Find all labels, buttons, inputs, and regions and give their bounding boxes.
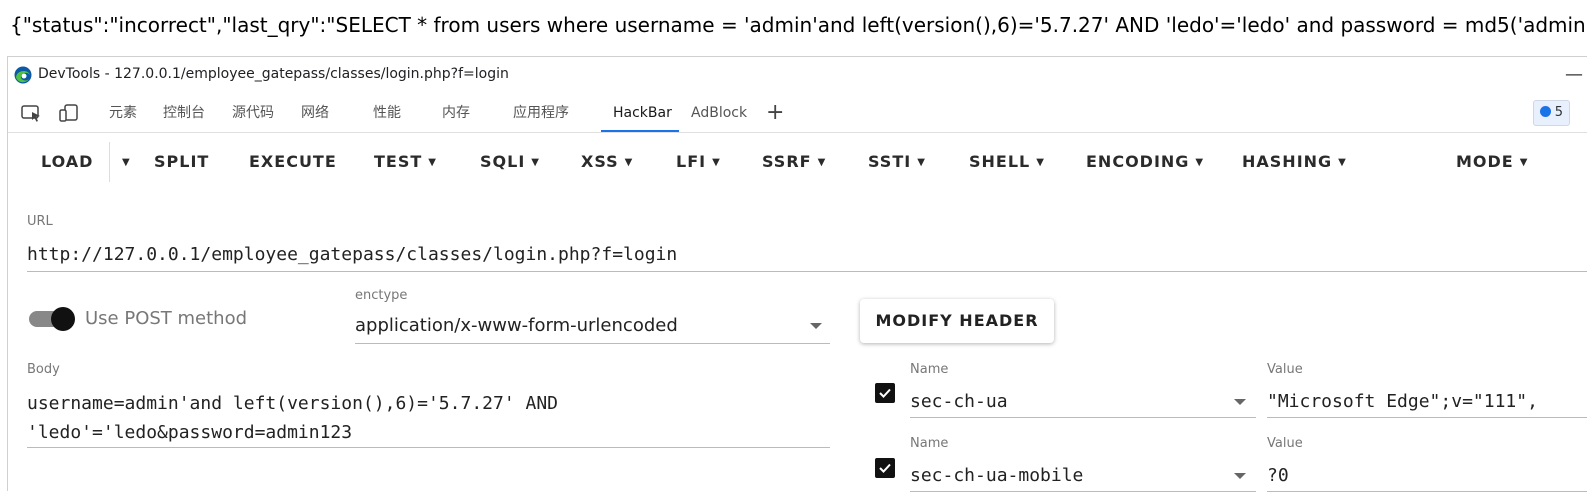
split-button[interactable]: SPLIT	[154, 133, 209, 191]
caret-down-icon: ▼	[122, 157, 131, 168]
title-bar: DevTools - 127.0.0.1/employee_gatepass/c…	[8, 57, 1587, 93]
hashing-menu-button[interactable]: HASHING ▼	[1242, 133, 1347, 191]
header-name-value: sec-ch-ua-mobile	[910, 465, 1084, 486]
tab-elements[interactable]: 元素	[109, 94, 137, 132]
header-value-label: Value	[1267, 436, 1303, 451]
sqli-menu-button[interactable]: SQLI ▼	[480, 133, 540, 191]
issues-badge[interactable]: 5	[1532, 100, 1570, 126]
tab-memory[interactable]: 内存	[442, 94, 470, 132]
devtools-tab-bar: 元素 控制台 源代码 网络 性能 内存 应用程序 HackBar AdBlock…	[8, 94, 1587, 133]
hackbar-toolbar: LOAD ▼ SPLIT EXECUTE TEST ▼ SQLI ▼ XSS ▼ LF…	[8, 133, 1587, 191]
ssti-menu-button[interactable]: SSTI ▼	[868, 133, 926, 191]
caret-down-icon: ▼	[428, 157, 437, 168]
load-divider	[109, 142, 110, 182]
tab-adblock[interactable]: AdBlock	[691, 94, 747, 132]
header-enabled-checkbox[interactable]	[875, 383, 895, 403]
body-textarea[interactable]: username=admin'and left(version(),6)='5.…	[27, 389, 830, 448]
tab-sources[interactable]: 源代码	[232, 94, 274, 132]
url-input[interactable]: http://127.0.0.1/employee_gatepass/class…	[27, 239, 1587, 272]
edge-logo-icon	[14, 66, 32, 84]
enctype-value: application/x-www-form-urlencoded	[355, 315, 678, 336]
load-button[interactable]: LOAD	[41, 133, 93, 191]
caret-down-icon: ▼	[624, 157, 634, 168]
header-value-label: Value	[1267, 362, 1303, 377]
inspect-element-icon[interactable]	[20, 103, 42, 123]
window-title: DevTools - 127.0.0.1/employee_gatepass/c…	[38, 66, 509, 82]
response-text: {"status":"incorrect","last_qry":"SELECT…	[10, 13, 1587, 37]
mode-menu-button[interactable]: MODE ▼	[1456, 133, 1528, 191]
caret-down-icon: ▼	[1338, 157, 1347, 168]
issues-icon	[1539, 106, 1551, 117]
caret-down-icon: ▼	[817, 157, 827, 168]
shell-menu-button[interactable]: SHELL ▼	[969, 133, 1045, 191]
ssrf-menu-button[interactable]: SSRF ▼	[762, 133, 826, 191]
header-name-label: Name	[910, 436, 949, 451]
add-tab-icon[interactable]: +	[766, 98, 784, 128]
enctype-label: enctype	[355, 288, 408, 303]
tab-console[interactable]: 控制台	[163, 94, 205, 132]
encoding-menu-button[interactable]: ENCODING ▼	[1086, 133, 1204, 191]
tab-performance[interactable]: 性能	[373, 94, 401, 132]
dropdown-arrow-icon	[1234, 399, 1246, 405]
lfi-menu-button[interactable]: LFI ▼	[676, 133, 721, 191]
checkmark-icon	[879, 388, 891, 398]
active-tab-indicator	[601, 130, 679, 132]
execute-button[interactable]: EXECUTE	[249, 133, 337, 191]
caret-down-icon: ▼	[917, 157, 926, 168]
post-method-label: Use POST method	[85, 308, 248, 329]
caret-down-icon: ▼	[1519, 157, 1529, 168]
tab-network[interactable]: 网络	[301, 94, 329, 132]
caret-down-icon: ▼	[531, 157, 540, 168]
header-enabled-checkbox[interactable]	[875, 458, 895, 478]
tab-application[interactable]: 应用程序	[513, 94, 569, 132]
url-label: URL	[27, 214, 53, 229]
issues-count: 5	[1554, 105, 1563, 120]
xss-menu-button[interactable]: XSS ▼	[581, 133, 633, 191]
caret-down-icon: ▼	[1036, 157, 1045, 168]
header-value-input[interactable]: "Microsoft Edge";v="111",	[1267, 387, 1587, 418]
header-name-value: sec-ch-ua	[910, 391, 1008, 412]
test-menu-button[interactable]: TEST ▼	[374, 133, 437, 191]
header-value-input[interactable]: ?0	[1267, 461, 1587, 492]
minimize-button[interactable]: —	[1560, 60, 1587, 90]
toggle-knob	[51, 307, 75, 331]
modify-header-button[interactable]: MODIFY HEADER	[860, 299, 1054, 343]
dropdown-arrow-icon	[810, 323, 822, 329]
load-dropdown-button[interactable]: ▼	[116, 133, 131, 191]
caret-down-icon: ▼	[1195, 157, 1205, 168]
dropdown-arrow-icon	[1234, 473, 1246, 479]
tab-hackbar[interactable]: HackBar	[613, 94, 672, 132]
devtools-window: DevTools - 127.0.0.1/employee_gatepass/c…	[7, 56, 1587, 492]
post-method-toggle[interactable]	[27, 307, 75, 331]
enctype-select[interactable]: application/x-www-form-urlencoded	[355, 313, 830, 344]
header-name-label: Name	[910, 362, 949, 377]
header-name-select[interactable]: sec-ch-ua-mobile	[910, 461, 1256, 492]
header-name-select[interactable]: sec-ch-ua	[910, 387, 1256, 418]
checkmark-icon	[879, 463, 891, 473]
caret-down-icon: ▼	[712, 157, 721, 168]
body-label: Body	[27, 362, 60, 377]
device-emulation-icon[interactable]	[58, 103, 80, 123]
